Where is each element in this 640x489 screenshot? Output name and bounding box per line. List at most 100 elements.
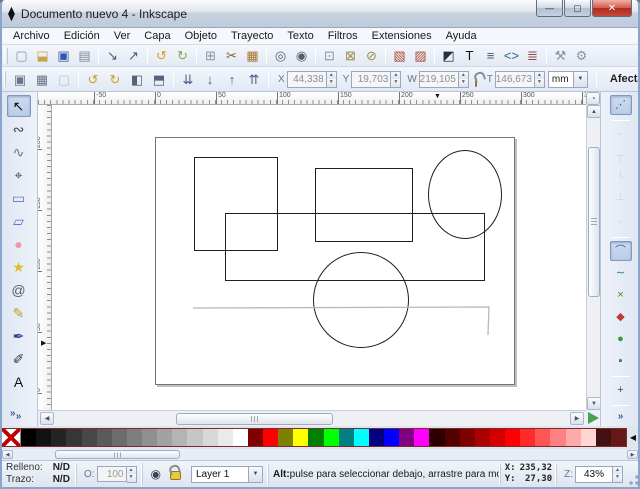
palette-swatch[interactable] xyxy=(51,429,66,446)
palette-swatch[interactable] xyxy=(581,429,596,446)
import-icon[interactable]: ↘ xyxy=(102,46,123,66)
align-dialog-icon[interactable]: ≣ xyxy=(522,46,543,66)
layer-visibility-icon[interactable]: ◉ xyxy=(151,467,161,481)
snap-bbox-edge-midpoints-toggle[interactable]: ┴ xyxy=(610,190,632,210)
select-all-layers-button[interactable]: ▦ xyxy=(31,69,53,90)
palette-swatch[interactable] xyxy=(505,429,520,446)
zoom-tool[interactable]: ⌖ xyxy=(7,164,31,186)
palette-swatch[interactable] xyxy=(233,429,248,446)
save-document-icon[interactable]: ▣ xyxy=(53,46,74,66)
vertical-ruler[interactable]: ▶ 200150100500 xyxy=(38,105,52,410)
palette-swatch[interactable] xyxy=(490,429,505,446)
palette-swatch[interactable] xyxy=(293,429,308,446)
no-color-swatch[interactable] xyxy=(2,429,21,446)
horizontal-ruler[interactable]: ▼ -50050100150200250300350 xyxy=(38,92,586,105)
x-field-input[interactable]: 44,338 xyxy=(287,71,327,88)
unit-select[interactable]: mm ▼ xyxy=(548,71,588,88)
palette-swatch[interactable] xyxy=(429,429,444,446)
palette-scrollbar[interactable]: ◀ ▶ xyxy=(0,449,640,460)
opacity-input[interactable]: 100 xyxy=(97,466,127,482)
palette-swatch[interactable] xyxy=(187,429,202,446)
snap-midpoints-toggle[interactable]: ▪ xyxy=(610,351,632,371)
tweak-tool[interactable]: ∿ xyxy=(7,141,31,163)
palette-swatch[interactable] xyxy=(142,429,157,446)
palette-swatch[interactable] xyxy=(566,429,581,446)
scroll-left-icon[interactable]: ◀ xyxy=(40,412,54,425)
snap-bounding-box-toggle[interactable]: ⌐ xyxy=(610,124,632,144)
snap-path-intersections-toggle[interactable]: × xyxy=(610,285,632,305)
horizontal-scrollbar[interactable]: ◀ ▶ xyxy=(38,410,586,426)
toolbox-overflow[interactable]: » xyxy=(16,411,22,422)
enable-snapping-toggle[interactable]: ⋰ xyxy=(610,95,632,115)
layer-dropdown-icon[interactable]: ▼ xyxy=(249,466,263,483)
zoom-input[interactable]: 43% xyxy=(575,466,613,483)
cut-icon[interactable]: ✂ xyxy=(221,46,242,66)
open-document-icon[interactable]: ⬓ xyxy=(32,46,53,66)
create-clone-icon[interactable]: ⊠ xyxy=(340,46,361,66)
undo-icon[interactable]: ↺ xyxy=(151,46,172,66)
color-management-icon[interactable] xyxy=(588,412,599,424)
palette-swatch[interactable] xyxy=(414,429,429,446)
snap-bbox-centers-toggle[interactable]: ▫ xyxy=(610,212,632,232)
rectangle-tool[interactable]: ▭ xyxy=(7,187,31,209)
palette-swatch[interactable] xyxy=(97,429,112,446)
menu-item-texto[interactable]: Texto xyxy=(280,29,320,43)
menu-item-ayuda[interactable]: Ayuda xyxy=(439,29,484,43)
toolbox-overflow-bottom[interactable]: » xyxy=(10,408,16,419)
zoom-spinner[interactable]: ▲▼ xyxy=(613,466,623,483)
palette-swatch[interactable] xyxy=(475,429,490,446)
paste-icon[interactable]: ▦ xyxy=(242,46,263,66)
palette-swatch[interactable] xyxy=(66,429,81,446)
layer-lock-icon[interactable] xyxy=(170,471,181,480)
palette-swatch[interactable] xyxy=(82,429,97,446)
palette-swatch[interactable] xyxy=(354,429,369,446)
maximize-button[interactable]: ▢ xyxy=(564,0,591,17)
redo-icon[interactable]: ↻ xyxy=(172,46,193,66)
y-field-input[interactable]: 19,703 xyxy=(351,71,391,88)
height-field-spinner[interactable]: ▲▼ xyxy=(535,71,545,88)
pencil-tool[interactable]: ✎ xyxy=(7,302,31,324)
export-icon[interactable]: ↗ xyxy=(123,46,144,66)
palette-swatch[interactable] xyxy=(263,429,278,446)
node-editor-tool[interactable]: ∾ xyxy=(7,118,31,140)
toolbar-grip[interactable] xyxy=(4,71,6,87)
vertical-scrollbar[interactable]: ▲ ▼ xyxy=(586,105,600,410)
selector-tool[interactable]: ↖ xyxy=(7,95,31,117)
fill-stroke-dialog-icon[interactable]: ◩ xyxy=(438,46,459,66)
snap-cusp-nodes-toggle[interactable]: ◆ xyxy=(610,307,632,327)
snap-bbox-edges-toggle[interactable]: ┬ xyxy=(610,146,632,166)
resize-grip[interactable] xyxy=(628,464,640,487)
palette-swatch[interactable] xyxy=(460,429,475,446)
lower-button[interactable]: ↓ xyxy=(199,69,221,90)
menu-item-extensiones[interactable]: Extensiones xyxy=(365,29,439,43)
close-button[interactable]: ✕ xyxy=(592,0,632,17)
ruler-corner-button[interactable]: ◔ xyxy=(586,92,600,105)
print-icon[interactable]: ▤ xyxy=(74,46,95,66)
scroll-down-icon[interactable]: ▼ xyxy=(587,397,601,410)
zoom-page-icon[interactable]: ◉ xyxy=(291,46,312,66)
palette-swatch[interactable] xyxy=(248,429,263,446)
palette-swatch[interactable] xyxy=(172,429,187,446)
select-all-button[interactable]: ▣ xyxy=(9,69,31,90)
title-bar[interactable]: ⧫ Documento nuevo 4 - Inkscape — ▢ ✕ xyxy=(0,0,640,28)
toolbar-grip[interactable] xyxy=(4,48,8,64)
snap-smooth-nodes-toggle[interactable]: ● xyxy=(610,329,632,349)
calligraphy-tool[interactable]: ✐ xyxy=(7,348,31,370)
palette-swatch[interactable] xyxy=(218,429,233,446)
palette-scroll-left-icon[interactable]: ◀ xyxy=(627,428,639,447)
ellipse-tool[interactable]: ● xyxy=(7,233,31,255)
menu-item-capa[interactable]: Capa xyxy=(137,29,177,43)
palette-scrollbar-thumb[interactable] xyxy=(55,450,180,459)
layers-dialog-icon[interactable]: ≡ xyxy=(480,46,501,66)
scroll-up-icon[interactable]: ▲ xyxy=(587,105,601,118)
snap-bbox-corners-toggle[interactable]: └ xyxy=(610,168,632,188)
menu-item-edición[interactable]: Edición xyxy=(57,29,107,43)
menu-item-ver[interactable]: Ver xyxy=(107,29,138,43)
palette-swatch[interactable] xyxy=(550,429,565,446)
snap-nodes-toggle[interactable]: ⌒ xyxy=(610,241,632,261)
text-tool[interactable]: A xyxy=(7,371,31,393)
top-right-ellipse-shape[interactable] xyxy=(428,150,502,239)
palette-scroll-left-button[interactable]: ◀ xyxy=(2,450,13,459)
document-properties-icon[interactable]: ⚙ xyxy=(571,46,592,66)
palette-swatch[interactable] xyxy=(203,429,218,446)
